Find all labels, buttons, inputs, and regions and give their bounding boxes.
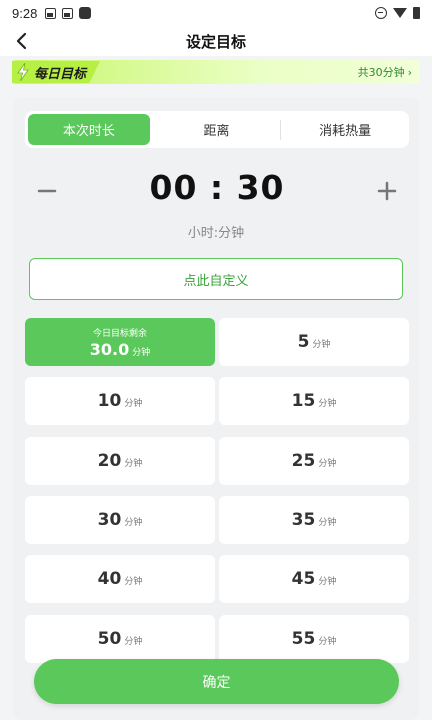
option-value: 40 (97, 569, 122, 589)
option-value: 50 (97, 629, 122, 649)
option-50-minutes[interactable]: 50 分钟 (25, 615, 215, 663)
goal-type-tabs: 本次时长 距离 消耗热量 (25, 111, 409, 148)
option-unit: 分钟 (124, 399, 143, 409)
timer-value: 00 : 30 (149, 168, 285, 207)
option-15-minutes[interactable]: 15 分钟 (219, 377, 409, 425)
daily-goal-banner[interactable]: 每日目标 共30分钟 › (12, 60, 420, 84)
option-10-minutes[interactable]: 10 分钟 (25, 377, 215, 425)
image-notification-icon (45, 7, 57, 19)
confirm-button[interactable]: 确定 (34, 659, 399, 704)
option-value: 55 (291, 629, 316, 649)
option-value: 35 (291, 510, 316, 530)
photo-notification-icon (62, 7, 74, 19)
option-35-minutes[interactable]: 35 分钟 (219, 496, 409, 544)
app-header: 设定目标 (0, 26, 432, 56)
tab-distance[interactable]: 距离 (156, 114, 278, 145)
option-unit: 分钟 (124, 518, 143, 528)
option-value: 25 (291, 451, 316, 471)
option-value: 30 (97, 510, 122, 530)
battery-icon (413, 7, 420, 19)
status-time: 9:28 (12, 5, 38, 21)
tab-divider (280, 119, 282, 140)
daily-remaining-card[interactable]: 今日目标剩余 30.0 分钟 (25, 318, 215, 366)
back-arrow-icon[interactable] (10, 29, 34, 53)
option-unit: 分钟 (124, 637, 143, 647)
option-unit: 分钟 (312, 340, 331, 350)
option-unit: 分钟 (124, 577, 143, 587)
wifi-icon (393, 8, 407, 18)
option-unit: 分钟 (318, 518, 337, 528)
tab-duration[interactable]: 本次时长 (28, 114, 150, 145)
plus-icon[interactable] (375, 176, 399, 206)
option-value: 45 (291, 569, 316, 589)
option-30-minutes[interactable]: 30 分钟 (25, 496, 215, 544)
option-45-minutes[interactable]: 45 分钟 (219, 555, 409, 603)
option-value: 5 (297, 332, 310, 352)
option-unit: 分钟 (124, 459, 143, 469)
daily-remaining-unit: 分钟 (132, 347, 151, 358)
option-55-minutes[interactable]: 55 分钟 (219, 615, 409, 663)
option-25-minutes[interactable]: 25 分钟 (219, 437, 409, 485)
daily-goal-total[interactable]: 共30分钟 › (358, 64, 412, 80)
option-20-minutes[interactable]: 20 分钟 (25, 437, 215, 485)
daily-goal-title: 每日目标 (34, 66, 87, 82)
do-not-disturb-icon (375, 7, 387, 19)
lightning-bolt-icon (17, 63, 29, 81)
daily-goal-badge: 每日目标 (12, 61, 101, 83)
page-title: 设定目标 (185, 32, 246, 51)
timer-row: 00 : 30 (25, 168, 409, 214)
option-value: 10 (97, 391, 122, 411)
daily-goal-total-text: 共30分钟 (357, 66, 405, 79)
status-bar: 9:28 (0, 0, 432, 26)
chevron-right-icon: › (407, 65, 412, 79)
option-unit: 分钟 (318, 577, 337, 587)
daily-remaining-label: 今日目标剩余 (92, 328, 147, 339)
option-unit: 分钟 (318, 399, 337, 409)
option-unit: 分钟 (318, 459, 337, 469)
custom-duration-button[interactable]: 点此自定义 (29, 258, 403, 300)
option-unit: 分钟 (318, 637, 337, 647)
daily-remaining-value: 30.0 (89, 339, 130, 359)
option-5-minutes[interactable]: 5 分钟 (219, 318, 409, 366)
app-notification-icon (79, 7, 92, 19)
timer-unit-label: 小时:分钟 (187, 226, 245, 241)
option-value: 15 (291, 391, 316, 411)
option-value: 20 (97, 451, 122, 471)
option-40-minutes[interactable]: 40 分钟 (25, 555, 215, 603)
tab-calories[interactable]: 消耗热量 (284, 114, 406, 145)
